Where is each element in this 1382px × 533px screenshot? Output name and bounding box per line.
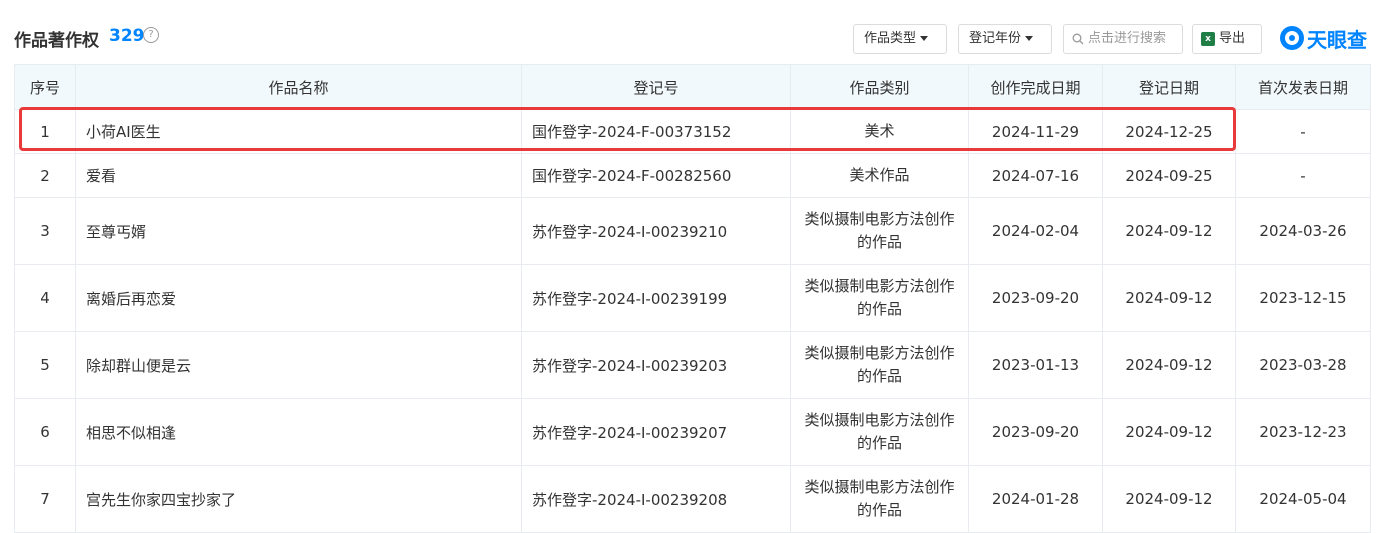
cell-published: -: [1235, 153, 1371, 198]
cell-no: 7: [14, 465, 76, 533]
cell-reg: 国作登字-2024-F-00282560: [521, 153, 791, 198]
category-line: 的作品: [856, 501, 902, 519]
column-header-registered: 登记日期: [1102, 64, 1236, 110]
cell-reg: 国作登字-2024-F-00373152: [521, 109, 791, 154]
cell-category: 类似摄制电影方法创作 的作品: [790, 398, 969, 466]
search-placeholder: 点击进行搜索: [1088, 31, 1167, 46]
column-header-published: 首次发表日期: [1235, 64, 1371, 110]
cell-reg: 苏作登字-2024-I-00239199: [521, 264, 791, 332]
cell-registered: 2024-09-25: [1102, 153, 1236, 198]
filter-year-label: 登记年份: [969, 31, 1022, 46]
table-row[interactable]: 1 小荷AI医生 国作登字-2024-F-00373152 美术 2024-11…: [14, 109, 1371, 154]
excel-icon: x: [1201, 31, 1215, 46]
table-row[interactable]: 6 相思不似相逢 苏作登字-2024-I-00239207 类似摄制电影方法创作…: [14, 398, 1371, 466]
filter-type-label: 作品类型: [864, 31, 917, 46]
cell-created: 2024-02-04: [968, 197, 1103, 265]
cell-no: 5: [14, 331, 76, 399]
cell-no: 4: [14, 264, 76, 332]
cell-reg: 苏作登字-2024-I-00239203: [521, 331, 791, 399]
cell-created: 2023-09-20: [968, 398, 1103, 466]
category-line: 类似摄制电影方法创作: [804, 210, 955, 228]
cell-name-link[interactable]: 爱看: [75, 153, 522, 198]
cell-category: 类似摄制电影方法创作 的作品: [790, 331, 969, 399]
cell-created: 2024-11-29: [968, 109, 1103, 154]
cell-name-link[interactable]: 除却群山便是云: [75, 331, 522, 399]
cell-reg: 苏作登字-2024-I-00239207: [521, 398, 791, 466]
table-row[interactable]: 2 爱看 国作登字-2024-F-00282560 美术作品 2024-07-1…: [14, 153, 1371, 198]
cell-published: 2024-05-04: [1235, 465, 1371, 533]
cell-published: 2023-12-15: [1235, 264, 1371, 332]
cell-name-link[interactable]: 小荷AI医生: [75, 109, 522, 154]
caret-down-icon: [1025, 36, 1034, 41]
cell-published: -: [1235, 109, 1371, 154]
cell-name-link[interactable]: 宫先生你家四宝抄家了: [75, 465, 522, 533]
category-line: 的作品: [856, 300, 902, 318]
help-icon[interactable]: ?: [143, 27, 159, 43]
cell-no: 6: [14, 398, 76, 466]
search-input[interactable]: 点击进行搜索: [1063, 24, 1183, 54]
filter-year-dropdown[interactable]: 登记年份: [958, 24, 1052, 54]
cell-registered: 2024-09-12: [1102, 398, 1236, 466]
category-line: 类似摄制电影方法创作: [804, 478, 955, 496]
column-header-name: 作品名称: [75, 64, 522, 110]
cell-name-link[interactable]: 离婚后再恋爱: [75, 264, 522, 332]
cell-created: 2024-01-28: [968, 465, 1103, 533]
copyright-table: 序号 作品名称 登记号 作品类别 创作完成日期 登记日期 首次发表日期 1 小荷…: [14, 64, 1371, 533]
cell-created: 2023-01-13: [968, 331, 1103, 399]
cell-registered: 2024-09-12: [1102, 264, 1236, 332]
filter-type-dropdown[interactable]: 作品类型: [853, 24, 947, 54]
column-header-category: 作品类别: [790, 64, 969, 110]
table-row[interactable]: 4 离婚后再恋爱 苏作登字-2024-I-00239199 类似摄制电影方法创作…: [14, 264, 1371, 332]
column-header-no: 序号: [14, 64, 76, 110]
record-count: 329: [109, 26, 145, 46]
cell-published: 2024-03-26: [1235, 197, 1371, 265]
section-title: 作品著作权: [14, 31, 99, 51]
brand-logo: 天眼查: [1280, 24, 1367, 52]
cell-category: 类似摄制电影方法创作 的作品: [790, 197, 969, 265]
export-button[interactable]: x 导出: [1192, 24, 1262, 54]
cell-no: 1: [14, 109, 76, 154]
section-header: 作品著作权 329 ? 作品类型 登记年份 点击进行搜索 x 导出 天眼查: [0, 0, 1382, 64]
category-line: 类似摄制电影方法创作: [804, 411, 955, 429]
cell-published: 2023-12-23: [1235, 398, 1371, 466]
export-label: 导出: [1219, 31, 1246, 46]
cell-category: 类似摄制电影方法创作 的作品: [790, 465, 969, 533]
cell-published: 2023-03-28: [1235, 331, 1371, 399]
cell-registered: 2024-12-25: [1102, 109, 1236, 154]
column-header-reg: 登记号: [521, 64, 791, 110]
column-header-created: 创作完成日期: [968, 64, 1103, 110]
category-line: 类似摄制电影方法创作: [804, 344, 955, 362]
logo-text: 天眼查: [1307, 27, 1367, 52]
cell-created: 2023-09-20: [968, 264, 1103, 332]
category-line: 美术: [864, 122, 895, 140]
table-row[interactable]: 7 宫先生你家四宝抄家了 苏作登字-2024-I-00239208 类似摄制电影…: [14, 465, 1371, 533]
cell-created: 2024-07-16: [968, 153, 1103, 198]
table-row[interactable]: 3 至尊丐婿 苏作登字-2024-I-00239210 类似摄制电影方法创作 的作…: [14, 197, 1371, 265]
caret-down-icon: [920, 36, 929, 41]
category-line: 的作品: [856, 434, 902, 452]
logo-icon: [1280, 26, 1304, 50]
cell-no: 2: [14, 153, 76, 198]
cell-category: 美术: [790, 109, 969, 154]
cell-category: 类似摄制电影方法创作 的作品: [790, 264, 969, 332]
category-line: 美术作品: [849, 166, 910, 184]
category-line: 的作品: [856, 233, 902, 251]
table-row[interactable]: 5 除却群山便是云 苏作登字-2024-I-00239203 类似摄制电影方法创…: [14, 331, 1371, 399]
cell-reg: 苏作登字-2024-I-00239210: [521, 197, 791, 265]
cell-name-link[interactable]: 相思不似相逢: [75, 398, 522, 466]
cell-no: 3: [14, 197, 76, 265]
cell-category: 美术作品: [790, 153, 969, 198]
cell-registered: 2024-09-12: [1102, 331, 1236, 399]
cell-registered: 2024-09-12: [1102, 197, 1236, 265]
cell-registered: 2024-09-12: [1102, 465, 1236, 533]
search-icon: [1072, 33, 1084, 44]
table-header-row: 序号 作品名称 登记号 作品类别 创作完成日期 登记日期 首次发表日期: [14, 64, 1371, 110]
category-line: 类似摄制电影方法创作: [804, 277, 955, 295]
category-line: 的作品: [856, 367, 902, 385]
cell-name-link[interactable]: 至尊丐婿: [75, 197, 522, 265]
cell-reg: 苏作登字-2024-I-00239208: [521, 465, 791, 533]
